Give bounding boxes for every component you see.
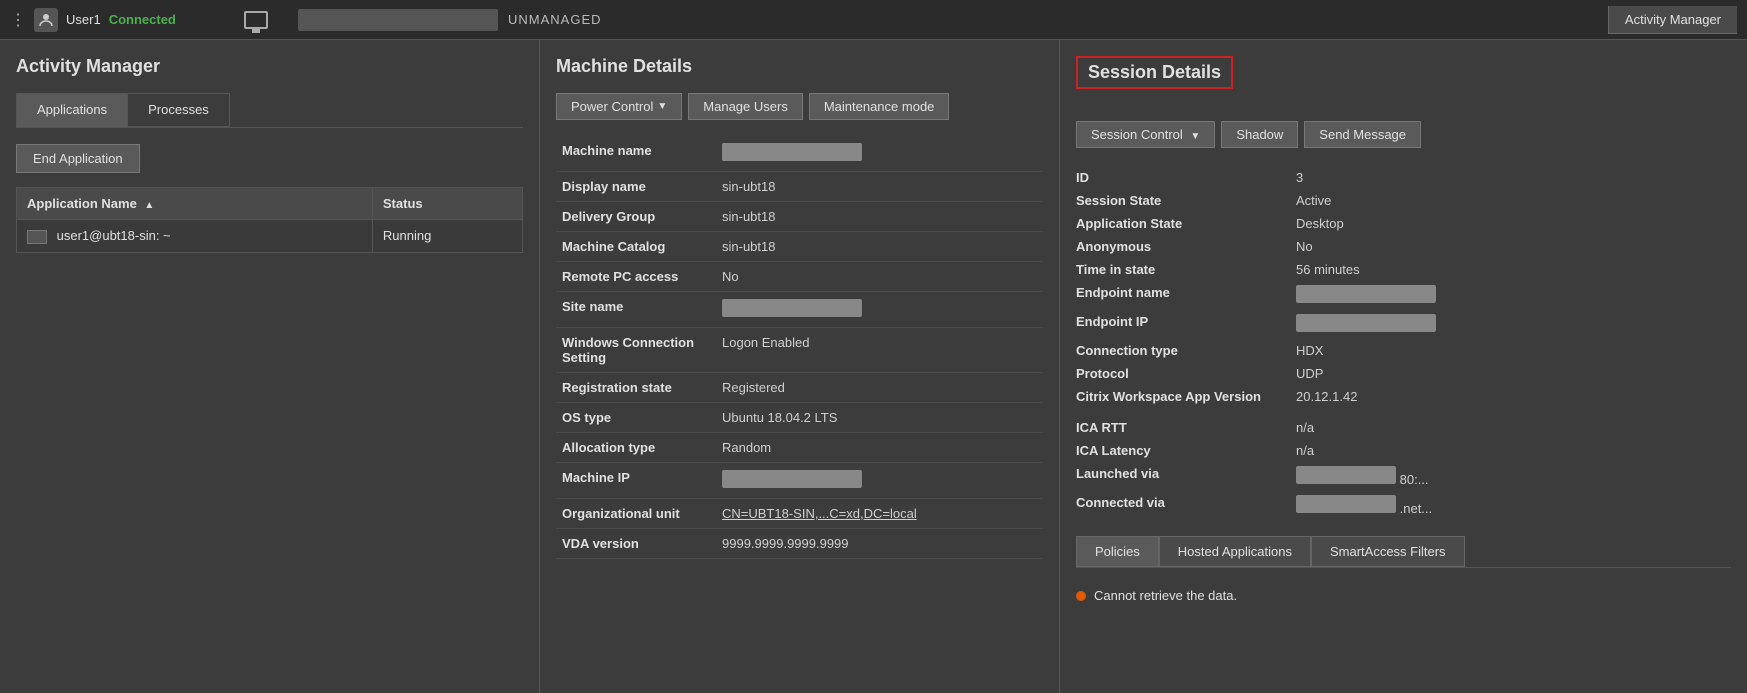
topbar-username: User1 [66, 12, 101, 27]
session-details-title-box: Session Details [1076, 56, 1233, 89]
manage-users-button[interactable]: Manage Users [688, 93, 803, 120]
tabs: Applications Processes [16, 93, 523, 128]
topbar-input[interactable] [298, 9, 498, 31]
field-delivery-group: Delivery Group sin-ubt18 [556, 202, 1043, 232]
power-control-dropdown-icon: ▼ [657, 101, 667, 112]
machine-details-table: Machine name Display name sin-ubt18 Deli… [556, 136, 1043, 559]
power-control-button[interactable]: Power Control ▼ [556, 93, 682, 120]
error-dot-icon [1076, 591, 1086, 601]
maintenance-mode-button[interactable]: Maintenance mode [809, 93, 950, 120]
field-label: Registration state [556, 373, 716, 403]
field-display-name: Display name sin-ubt18 [556, 172, 1043, 202]
send-message-button[interactable]: Send Message [1304, 121, 1421, 148]
field-label: Machine name [556, 136, 716, 172]
field-value: sin-ubt18 [716, 202, 1043, 232]
field-value: Ubuntu 18.04.2 LTS [716, 403, 1043, 433]
app-icon [27, 230, 47, 244]
activity-manager-button[interactable]: Activity Manager [1608, 6, 1737, 34]
field-label: Machine IP [556, 463, 716, 499]
tab-policies[interactable]: Policies [1076, 536, 1159, 567]
field-organizational-unit: Organizational unit CN=UBT18-SIN,...C=xd… [556, 499, 1043, 529]
right-panel: Session Details Session Control ▼ Shadow… [1060, 40, 1747, 693]
sort-arrow-icon: ▲ [144, 200, 154, 211]
middle-panel: Machine Details Power Control ▼ Manage U… [540, 40, 1060, 693]
field-machine-name: Machine name [556, 136, 1043, 172]
blurred-connected-via [1296, 495, 1396, 513]
session-control-dropdown-icon: ▼ [1190, 131, 1200, 142]
left-panel: Activity Manager Applications Processes … [0, 40, 540, 693]
col-status: Status [372, 188, 522, 220]
topbar-unmanaged-bar: UNMANAGED [278, 9, 1608, 31]
field-label: Machine Catalog [556, 232, 716, 262]
field-label: Allocation type [556, 433, 716, 463]
field-os-type: OS type Ubuntu 18.04.2 LTS [556, 403, 1043, 433]
col-app-name[interactable]: Application Name ▲ [17, 188, 373, 220]
blurred-machine-name [722, 143, 862, 161]
field-allocation-type: Allocation type Random [556, 433, 1043, 463]
field-value: sin-ubt18 [716, 232, 1043, 262]
field-machine-catalog: Machine Catalog sin-ubt18 [556, 232, 1043, 262]
field-value: No [716, 262, 1043, 292]
blurred-site-name [722, 299, 862, 317]
session-fields: ID 3 Session State Active Application St… [1076, 166, 1731, 520]
field-windows-connection: Windows Connection Setting Logon Enabled [556, 328, 1043, 373]
field-value [716, 463, 1043, 499]
unmanaged-label: UNMANAGED [508, 12, 602, 27]
tab-smartaccess-filters[interactable]: SmartAccess Filters [1311, 536, 1465, 567]
app-status-cell: Running [372, 220, 522, 253]
main-layout: Activity Manager Applications Processes … [0, 40, 1747, 693]
shadow-button[interactable]: Shadow [1221, 121, 1298, 148]
session-toolbar: Session Control ▼ Shadow Send Message [1076, 121, 1731, 148]
field-remote-pc-access: Remote PC access No [556, 262, 1043, 292]
left-panel-title: Activity Manager [16, 56, 523, 77]
field-registration-state: Registration state Registered [556, 373, 1043, 403]
field-label: Site name [556, 292, 716, 328]
field-value: Logon Enabled [716, 328, 1043, 373]
topbar-connection-status: Connected [109, 12, 176, 27]
field-value: 9999.9999.9999.9999 [716, 529, 1043, 559]
machine-details-title: Machine Details [556, 56, 1043, 77]
error-message: Cannot retrieve the data. [1076, 580, 1731, 611]
field-label: Organizational unit [556, 499, 716, 529]
field-value [716, 136, 1043, 172]
blurred-endpoint-name [1296, 285, 1436, 303]
field-label: VDA version [556, 529, 716, 559]
user-icon [34, 8, 58, 32]
field-machine-ip: Machine IP [556, 463, 1043, 499]
field-value [716, 292, 1043, 328]
session-control-button[interactable]: Session Control ▼ [1076, 121, 1215, 148]
field-vda-version: VDA version 9999.9999.9999.9999 [556, 529, 1043, 559]
tab-applications[interactable]: Applications [16, 93, 127, 127]
tab-processes[interactable]: Processes [127, 93, 230, 127]
blurred-endpoint-ip [1296, 314, 1436, 332]
machine-toolbar: Power Control ▼ Manage Users Maintenance… [556, 93, 1043, 120]
monitor-icon [244, 11, 268, 29]
tab-hosted-applications[interactable]: Hosted Applications [1159, 536, 1311, 567]
field-label: Delivery Group [556, 202, 716, 232]
application-table: Application Name ▲ Status user1@ubt18-si… [16, 187, 523, 253]
field-label: Remote PC access [556, 262, 716, 292]
topbar-dots-icon[interactable]: ⋮ [10, 10, 26, 30]
field-value: sin-ubt18 [716, 172, 1043, 202]
field-label: Windows Connection Setting [556, 328, 716, 373]
session-tabs: Policies Hosted Applications SmartAccess… [1076, 536, 1731, 568]
field-label: Display name [556, 172, 716, 202]
field-value: Registered [716, 373, 1043, 403]
topbar-user: User1 Connected [34, 8, 234, 32]
field-value: Random [716, 433, 1043, 463]
topbar: ⋮ User1 Connected UNMANAGED Activity Man… [0, 0, 1747, 40]
blurred-machine-ip [722, 470, 862, 488]
app-name-cell: user1@ubt18-sin: ~ [17, 220, 373, 253]
field-value: CN=UBT18-SIN,...C=xd,DC=local [716, 499, 1043, 529]
end-application-button[interactable]: End Application [16, 144, 140, 173]
field-label: OS type [556, 403, 716, 433]
table-row[interactable]: user1@ubt18-sin: ~ Running [17, 220, 523, 253]
session-details-title: Session Details [1088, 62, 1221, 82]
topbar-right: Activity Manager [1608, 6, 1737, 34]
field-site-name: Site name [556, 292, 1043, 328]
blurred-launched-via [1296, 466, 1396, 484]
